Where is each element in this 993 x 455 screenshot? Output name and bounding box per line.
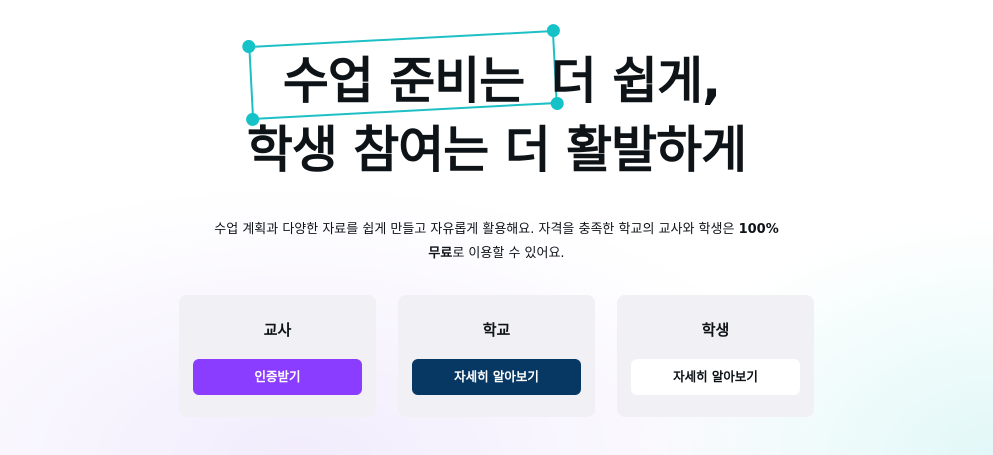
subtitle-bold-percent: 100% xyxy=(738,222,779,237)
headline-line-1-rest: 더 쉽게, xyxy=(550,52,721,110)
subtitle-bold-free: 무료 xyxy=(428,246,453,261)
card-student: 학생 자세히 알아보기 xyxy=(617,295,814,417)
card-title-school: 학교 xyxy=(482,321,511,339)
headline-line-1: 수업 준비는 더 쉽게, xyxy=(0,51,993,111)
card-school: 학교 자세히 알아보기 xyxy=(398,295,595,417)
headline-highlight: 수업 준비는 xyxy=(282,52,525,110)
school-learn-more-button[interactable]: 자세히 알아보기 xyxy=(412,359,581,395)
hero-subtitle: 수업 계획과 다양한 자료를 쉽게 만들고 자유롭게 활용해요. 자격을 충족한… xyxy=(150,218,843,266)
headline-line-2: 학생 참여는 더 활발하게 xyxy=(246,121,747,179)
resize-handle-top-right[interactable] xyxy=(546,23,561,38)
hero-section: 수업 준비는 더 쉽게, 학생 참여는 더 활발하게 수업 계획과 다양한 자료… xyxy=(0,0,993,455)
card-title-student: 학생 xyxy=(701,321,730,339)
student-learn-more-button[interactable]: 자세히 알아보기 xyxy=(631,359,800,395)
card-title-teacher: 교사 xyxy=(263,321,292,339)
subtitle-end: 로 이용할 수 있어요. xyxy=(452,246,565,261)
subtitle-text: 수업 계획과 다양한 자료를 쉽게 만들고 자유롭게 활용해요. 자격을 충족한… xyxy=(214,222,739,237)
card-teacher: 교사 인증받기 xyxy=(179,295,376,417)
verify-button[interactable]: 인증받기 xyxy=(193,359,362,395)
